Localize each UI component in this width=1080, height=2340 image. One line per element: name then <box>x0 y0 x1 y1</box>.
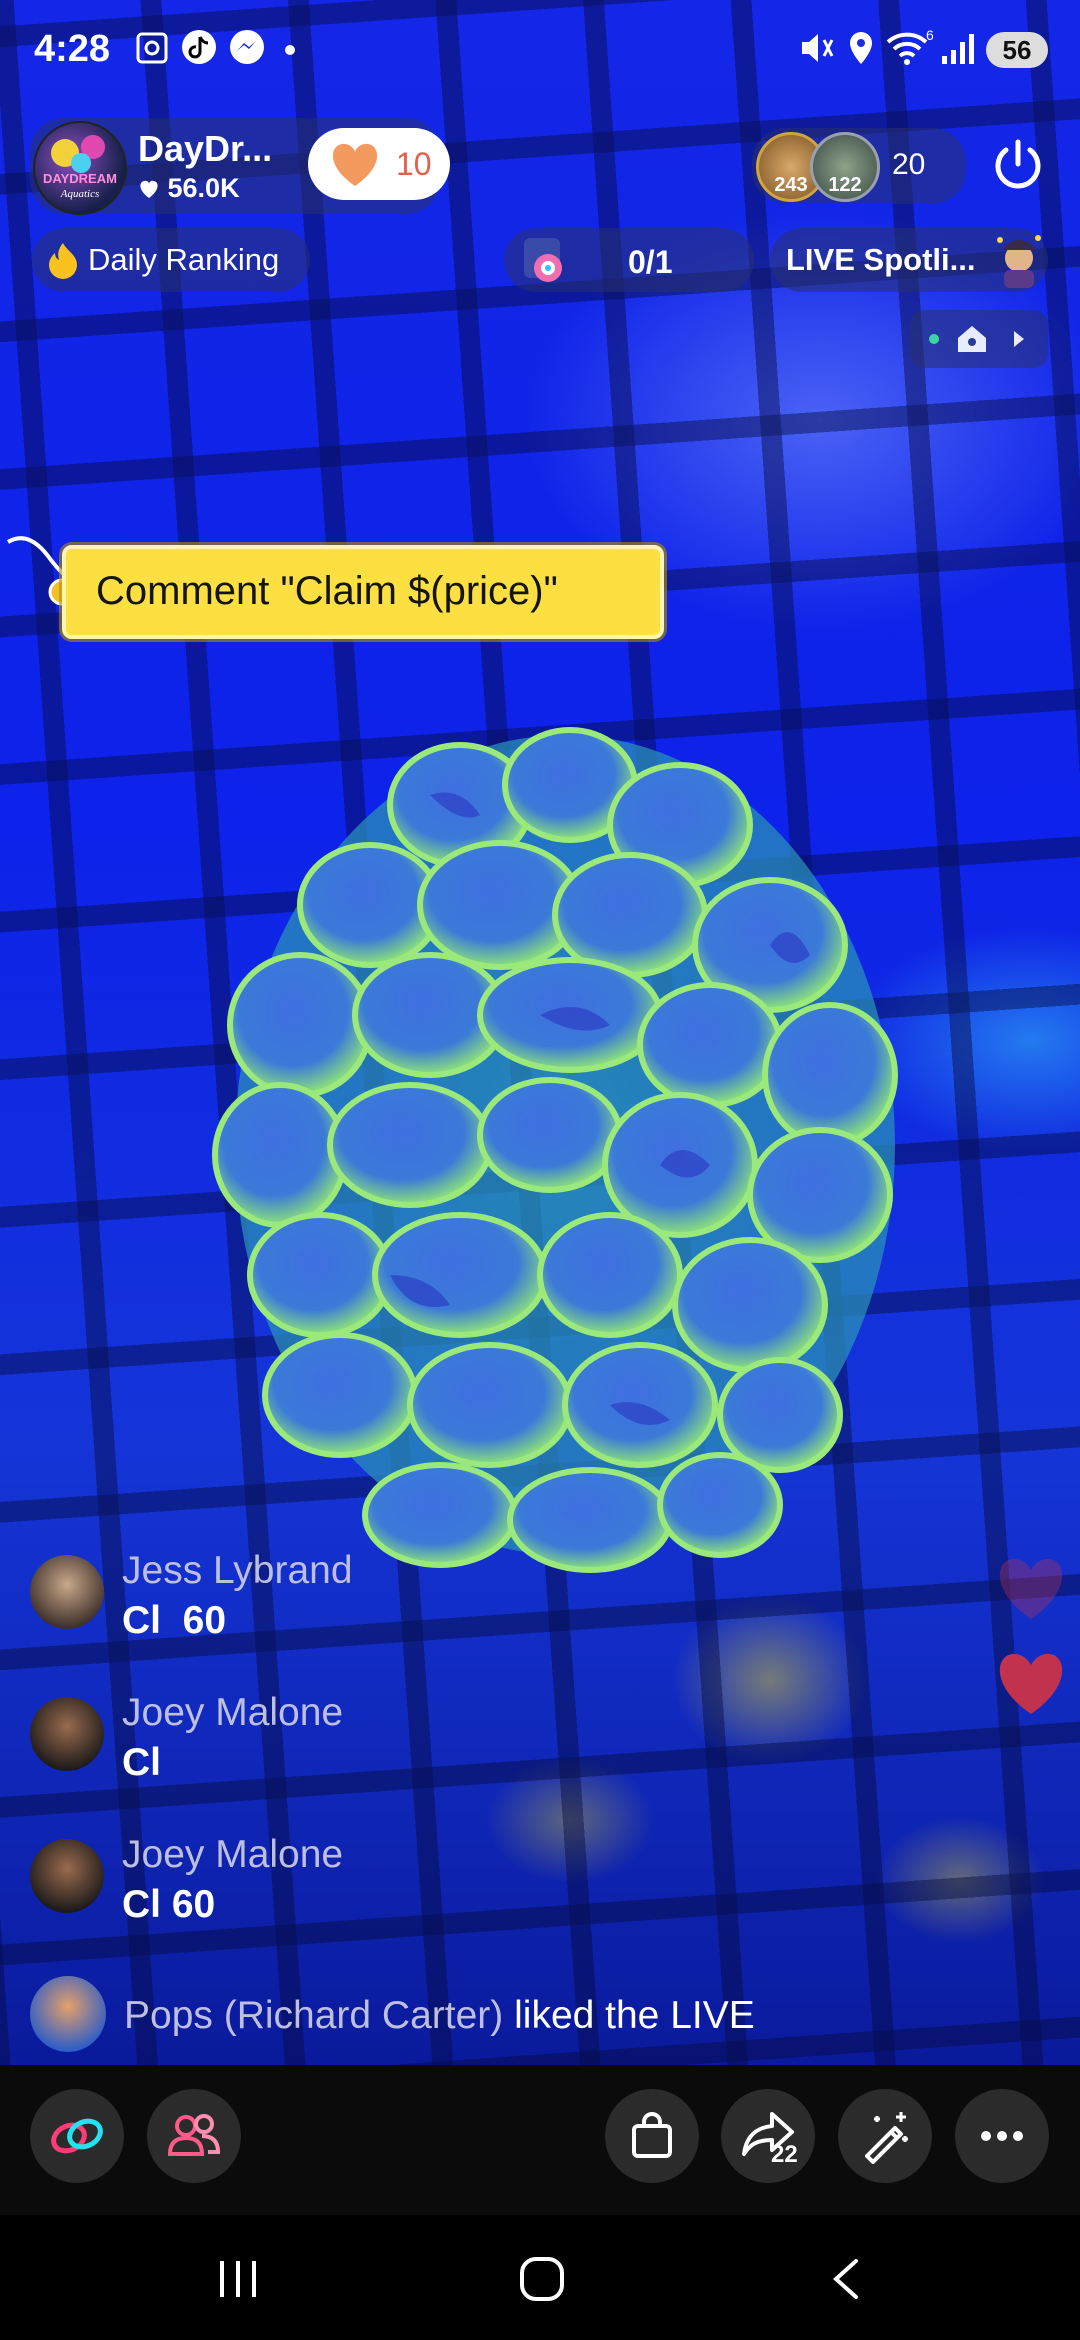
orange-heart-icon <box>332 143 378 186</box>
followers-count: 56.0K <box>167 173 240 203</box>
gift-goal[interactable]: 0/1 <box>504 228 754 292</box>
spotlight-label: LIVE Spotli... <box>786 242 976 277</box>
comment-claim-text: Comment "Claim $(price)" <box>96 569 558 613</box>
status-time: 4:28 <box>34 28 111 70</box>
host-name[interactable]: DayDr... <box>138 128 272 170</box>
viewer-list[interactable]: 243 122 20 <box>752 128 966 204</box>
network-type: 6 <box>926 28 934 43</box>
chat-text: Cl 60 <box>122 1883 216 1926</box>
spotlight-character-icon <box>997 235 1041 288</box>
gift-goal-icon <box>524 238 562 282</box>
location-icon <box>850 32 872 64</box>
mute-icon <box>802 34 834 62</box>
viewer-count[interactable]: 20 <box>892 148 925 182</box>
notification-dot-icon <box>285 45 295 55</box>
host-info[interactable]: DAYDREAM Aquatics DayDr... 56.0K 10 <box>30 118 450 215</box>
svg-text:DAYDREAM: DAYDREAM <box>43 171 117 186</box>
activity-line: Pops (Richard Carter) liked the LIVE <box>124 1994 755 2038</box>
chat-message[interactable]: Joey Malone Cl <box>30 1691 830 1807</box>
people-icon <box>167 2114 221 2156</box>
link-icon <box>51 2118 103 2154</box>
chat-avatar[interactable] <box>30 1697 104 1771</box>
battery-indicator: 56 <box>986 32 1048 68</box>
shop-button[interactable] <box>605 2089 699 2183</box>
mini-live-controls[interactable] <box>910 310 1048 368</box>
live-action-bar: 22 <box>0 2065 1080 2215</box>
back-icon[interactable] <box>828 2255 864 2303</box>
chat-username[interactable]: Joey Malone <box>122 1691 343 1735</box>
top-viewer-avatar-2[interactable]: 122 <box>810 132 880 202</box>
activity-avatar[interactable] <box>30 1976 106 2052</box>
chat-text: Cl 60 <box>122 1599 227 1642</box>
system-nav-bar <box>0 2215 1080 2340</box>
shopping-bag-icon <box>632 2112 672 2158</box>
daydream-logo: DAYDREAM Aquatics <box>43 135 117 200</box>
activity-liked-live[interactable]: Pops (Richard Carter) liked the LIVE <box>30 1976 930 2052</box>
magic-wand-icon <box>865 2112 908 2164</box>
messenger-icon <box>230 30 264 64</box>
goal-progress: 0/1 <box>628 244 673 280</box>
signal-icon <box>942 34 974 64</box>
activity-action: liked the LIVE <box>503 1994 755 2037</box>
activity-username[interactable]: Pops (Richard Carter) <box>124 1994 503 2037</box>
floating-heart-icon <box>999 1653 1063 1714</box>
daily-ranking-button[interactable]: Daily Ranking <box>32 228 310 292</box>
top-viewer-2-count: 122 <box>828 174 862 196</box>
host-followers: 56.0K <box>138 173 240 204</box>
wifi-icon: 6 <box>886 28 934 65</box>
chat-username[interactable]: Joey Malone <box>122 1833 343 1877</box>
chat-message[interactable]: Joey Malone Cl 60 <box>30 1833 830 1949</box>
recent-apps-icon[interactable] <box>216 2257 262 2301</box>
floating-heart-icon <box>999 1558 1063 1619</box>
mini-controls-icons <box>929 326 1024 352</box>
tiktok-icon <box>182 30 216 64</box>
chat-avatar[interactable] <box>30 1839 104 1913</box>
share-button[interactable]: 22 <box>721 2089 815 2183</box>
svg-text:Aquatics: Aquatics <box>60 188 100 200</box>
share-count: 22 <box>771 2141 798 2168</box>
comment-claim-tag[interactable]: Comment "Claim $(price)" <box>62 545 664 639</box>
like-button[interactable]: 10 <box>308 128 450 200</box>
power-icon[interactable] <box>988 136 1048 196</box>
more-icon <box>981 2131 1023 2141</box>
bubble-coral-image <box>212 727 898 1573</box>
heart-small-icon <box>140 180 158 198</box>
home-icon[interactable] <box>518 2255 566 2303</box>
fire-icon <box>49 243 77 279</box>
chat-message[interactable]: Jess Lybrand Cl 60 <box>30 1549 830 1665</box>
guests-button[interactable] <box>147 2089 241 2183</box>
chat-username[interactable]: Jess Lybrand <box>122 1549 353 1593</box>
ranking-label: Daily Ranking <box>88 242 280 277</box>
host-avatar[interactable]: DAYDREAM Aquatics <box>33 121 127 215</box>
like-count: 10 <box>396 146 432 182</box>
screenshot-icon <box>136 32 168 64</box>
chat-avatar[interactable] <box>30 1555 104 1629</box>
effects-button[interactable] <box>838 2089 932 2183</box>
status-bar: 4:28 6 56 <box>0 22 1080 82</box>
live-spotlight-button[interactable]: LIVE Spotli... <box>770 228 1048 292</box>
chat-text: Cl <box>122 1741 161 1784</box>
link-button[interactable] <box>30 2089 124 2183</box>
more-button[interactable] <box>955 2089 1049 2183</box>
